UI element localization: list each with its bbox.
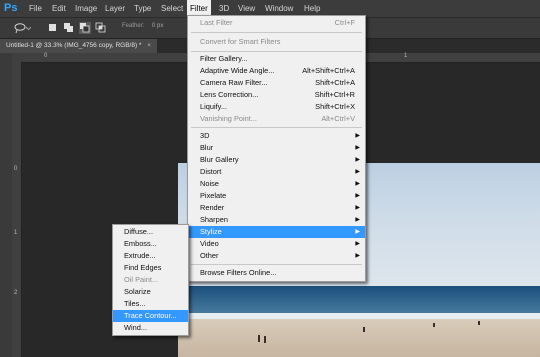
ruler-mark: 1 bbox=[14, 230, 18, 236]
person-figure bbox=[264, 336, 266, 343]
feather-input[interactable]: 0 px bbox=[152, 23, 163, 29]
menu-item-adaptive-wide-angle[interactable]: Adaptive Wide Angle... Alt+Shift+Ctrl+A bbox=[188, 65, 365, 77]
intersect-selection-icon[interactable] bbox=[95, 22, 107, 34]
person-figure bbox=[258, 335, 260, 342]
submenu-item-wind[interactable]: Wind... bbox=[113, 322, 188, 334]
submenu-item-trace-contour[interactable]: Trace Contour... bbox=[113, 310, 188, 322]
menu-item-render[interactable]: Render ▶ bbox=[188, 202, 365, 214]
submenu-arrow-icon: ▶ bbox=[355, 133, 360, 139]
menu-separator bbox=[191, 127, 362, 128]
menu-item-noise[interactable]: Noise ▶ bbox=[188, 178, 365, 190]
filter-menu-dropdown: Last Filter Ctrl+F Convert for Smart Fil… bbox=[187, 15, 366, 282]
menu-item-blur[interactable]: Blur ▶ bbox=[188, 142, 365, 154]
feather-label: Feather: bbox=[122, 23, 145, 29]
submenu-item-emboss[interactable]: Emboss... bbox=[113, 238, 188, 250]
menu-item-video[interactable]: Video ▶ bbox=[188, 238, 365, 250]
menu-item-pixelate[interactable]: Pixelate ▶ bbox=[188, 190, 365, 202]
person-figure bbox=[478, 321, 480, 325]
document-tab-title: Untitled-1 @ 33.3% (IMG_4756 copy, RGB/8… bbox=[6, 42, 142, 49]
submenu-item-diffuse[interactable]: Diffuse... bbox=[113, 226, 188, 238]
menu-item-liquify[interactable]: Liquify... Shift+Ctrl+X bbox=[188, 101, 365, 113]
menu-item-3d[interactable]: 3D ▶ bbox=[188, 130, 365, 142]
person-figure bbox=[363, 327, 365, 332]
add-to-selection-icon[interactable] bbox=[63, 22, 75, 34]
close-tab-icon[interactable]: × bbox=[147, 42, 151, 49]
submenu-arrow-icon: ▶ bbox=[355, 181, 360, 187]
menu-separator bbox=[191, 51, 362, 52]
menu-item-convert-smart-filters[interactable]: Convert for Smart Filters bbox=[188, 36, 365, 48]
new-selection-icon[interactable] bbox=[47, 22, 59, 34]
menu-separator bbox=[191, 32, 362, 33]
ruler-mark: 0 bbox=[44, 53, 48, 59]
submenu-arrow-icon: ▶ bbox=[355, 217, 360, 223]
submenu-item-find-edges[interactable]: Find Edges bbox=[113, 262, 188, 274]
submenu-item-solarize[interactable]: Solarize bbox=[113, 286, 188, 298]
submenu-arrow-icon: ▶ bbox=[355, 205, 360, 211]
stylize-submenu: Diffuse... Emboss... Extrude... Find Edg… bbox=[112, 224, 189, 336]
submenu-item-oil-paint[interactable]: Oil Paint... bbox=[113, 274, 188, 286]
submenu-arrow-icon: ▶ bbox=[355, 193, 360, 199]
menu-item-blur-gallery[interactable]: Blur Gallery ▶ bbox=[188, 154, 365, 166]
menu-item-last-filter[interactable]: Last Filter Ctrl+F bbox=[188, 17, 365, 29]
lasso-tool-preset-icon[interactable] bbox=[13, 22, 32, 34]
menu-item-filter-gallery[interactable]: Filter Gallery... bbox=[188, 53, 365, 65]
submenu-item-tiles[interactable]: Tiles... bbox=[113, 298, 188, 310]
sea bbox=[178, 286, 540, 316]
document-tab[interactable]: Untitled-1 @ 33.3% (IMG_4756 copy, RGB/8… bbox=[0, 39, 158, 53]
menu-item-browse-filters-online[interactable]: Browse Filters Online... bbox=[188, 267, 365, 279]
menu-item-camera-raw-filter[interactable]: Camera Raw Filter... Shift+Ctrl+A bbox=[188, 77, 365, 89]
menu-separator bbox=[191, 264, 362, 265]
menu-item-other[interactable]: Other ▶ bbox=[188, 250, 365, 262]
menu-item-lens-correction[interactable]: Lens Correction... Shift+Ctrl+R bbox=[188, 89, 365, 101]
menu-edit[interactable]: Edit bbox=[49, 0, 69, 17]
submenu-arrow-icon: ▶ bbox=[355, 229, 360, 235]
ruler-mark: 1 bbox=[404, 53, 408, 59]
submenu-arrow-icon: ▶ bbox=[355, 157, 360, 163]
submenu-arrow-icon: ▶ bbox=[355, 145, 360, 151]
submenu-item-extrude[interactable]: Extrude... bbox=[113, 250, 188, 262]
menu-item-vanishing-point[interactable]: Vanishing Point... Alt+Ctrl+V bbox=[188, 113, 365, 125]
ruler-vertical: 0 1 2 bbox=[12, 62, 22, 357]
menu-item-stylize[interactable]: Stylize ▶ bbox=[188, 226, 365, 238]
submenu-arrow-icon: ▶ bbox=[355, 169, 360, 175]
menu-layer[interactable]: Layer bbox=[102, 0, 128, 17]
ruler-mark: 0 bbox=[14, 166, 18, 172]
menu-item-sharpen[interactable]: Sharpen ▶ bbox=[188, 214, 365, 226]
person-figure bbox=[433, 323, 435, 327]
menu-file[interactable]: File bbox=[26, 0, 45, 17]
subtract-from-selection-icon[interactable] bbox=[79, 22, 91, 34]
menu-item-distort[interactable]: Distort ▶ bbox=[188, 166, 365, 178]
menu-select[interactable]: Select bbox=[158, 0, 186, 17]
sand bbox=[178, 319, 540, 357]
menu-image[interactable]: Image bbox=[72, 0, 100, 17]
submenu-arrow-icon: ▶ bbox=[355, 253, 360, 259]
ruler-mark: 2 bbox=[14, 290, 18, 296]
menu-type[interactable]: Type bbox=[131, 0, 154, 17]
submenu-arrow-icon: ▶ bbox=[355, 241, 360, 247]
photoshop-logo-icon: Ps bbox=[4, 2, 18, 14]
